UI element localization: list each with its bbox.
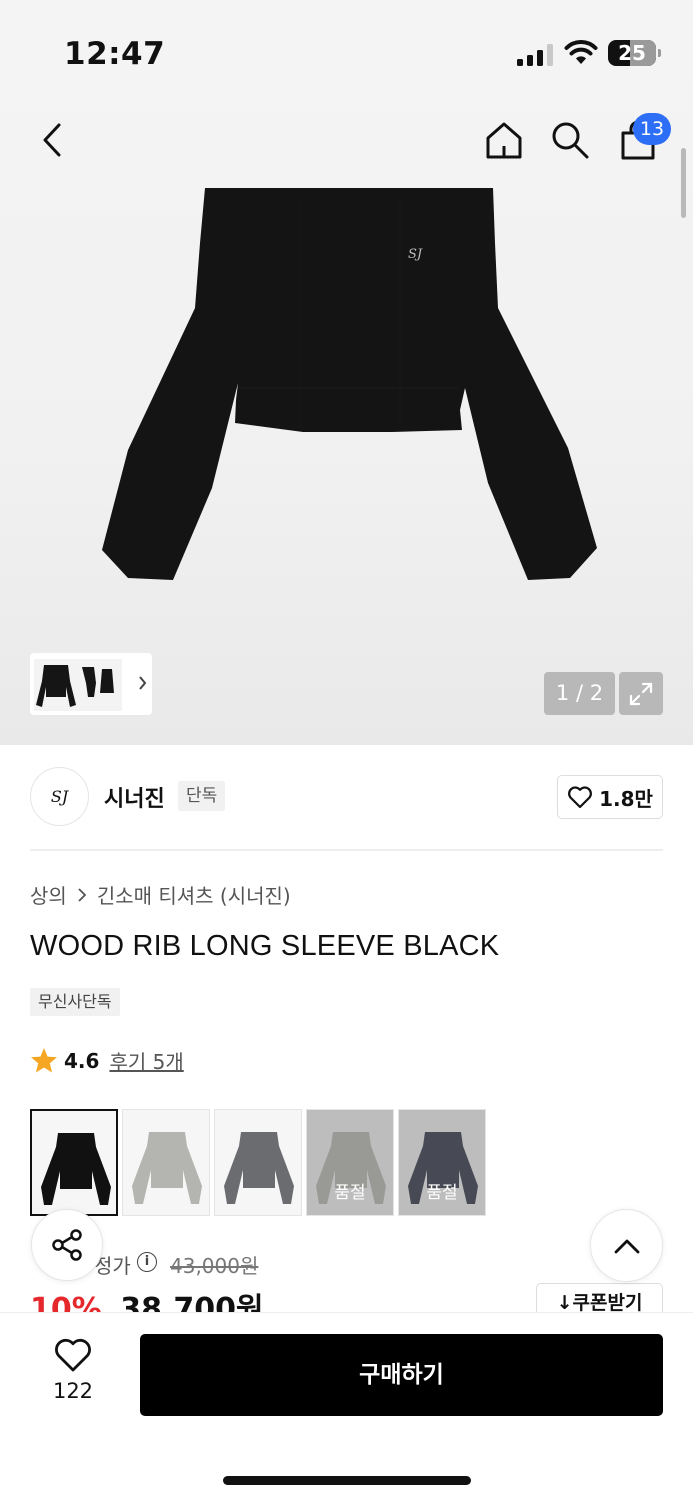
brand-name[interactable]: 시너진 [104,781,165,813]
soldout-label: 품절 [426,1183,458,1203]
product-image[interactable]: SJ [100,188,600,583]
reviews-link[interactable]: 후기 5개 [109,1046,183,1075]
svg-text:SJ: SJ [408,247,423,262]
product-gallery[interactable]: 12:47 25 13 SJ 1 / 2 [0,0,693,745]
wifi-icon [564,40,598,64]
download-icon: ↓ [556,1292,573,1314]
color-option[interactable] [30,1109,118,1216]
thumbnail-image [34,659,147,711]
cart-count-badge: 13 [633,113,671,145]
chevron-right-icon [78,887,87,902]
status-time: 12:47 [64,36,166,72]
exclusive-tag: 무신사단독 [30,988,120,1016]
info-icon[interactable]: i [137,1252,157,1272]
divider [30,849,663,851]
color-option-image [224,1132,294,1204]
brand-row: SJ 시너진 단독 1.8만 [30,767,663,827]
search-button[interactable] [546,116,594,164]
cellular-signal-icon [517,44,553,66]
coupon-label: 쿠폰받기 [572,1292,643,1314]
breadcrumb-subcategory[interactable]: 긴소매 티셔츠 (시너진) [97,880,291,909]
color-option-image [41,1133,111,1205]
chevron-up-icon [614,1239,639,1253]
buy-button[interactable]: 구매하기 [140,1334,663,1416]
original-price: 43,000원 [170,1254,259,1278]
brand-exclusive-tag: 단독 [178,781,226,811]
color-option[interactable]: 품절 [398,1109,486,1216]
home-icon [486,122,522,159]
rating-row: 4.6 후기 5개 [30,1046,184,1075]
brand-like-count: 1.8만 [599,786,653,811]
heart-icon [55,1338,91,1372]
home-indicator [223,1476,471,1485]
star-icon [31,1048,57,1073]
wishlist-button[interactable]: 122 [40,1337,106,1403]
chevron-left-icon [43,123,61,157]
scroll-top-button[interactable] [590,1209,663,1282]
battery-icon: 25 [608,40,661,66]
home-button[interactable] [480,116,528,164]
soldout-label: 품절 [334,1183,366,1203]
image-counter: 1 / 2 [544,672,615,715]
search-icon [552,122,589,159]
bottom-action-bar: 122 구매하기 [0,1312,693,1500]
scrollbar[interactable] [681,148,686,218]
price-row: 정가 i 43,000원 [30,1248,663,1278]
brand-logo-text: SJ [50,787,69,806]
heart-icon [568,786,593,809]
color-option[interactable]: 품절 [306,1109,394,1216]
brand-like-button[interactable]: 1.8만 [557,775,663,819]
expand-icon [629,682,653,705]
battery-level: 25 [618,41,646,65]
back-button[interactable] [28,116,76,164]
color-option[interactable] [214,1109,302,1216]
wishlist-count: 122 [52,1379,94,1403]
color-option-image [132,1132,202,1204]
product-title: WOOD RIB LONG SLEEVE BLACK [30,930,500,962]
status-bar: 12:47 25 [0,36,693,76]
color-options: 품절 품절 [30,1109,486,1216]
expand-button[interactable] [619,672,663,715]
share-button[interactable] [31,1209,103,1281]
breadcrumb: 상의 긴소매 티셔츠 (시너진) [30,880,291,909]
rating-score: 4.6 [64,1048,100,1073]
color-option[interactable] [122,1109,210,1216]
breadcrumb-category[interactable]: 상의 [30,880,67,909]
thumbnail-strip[interactable] [30,653,152,715]
share-icon [52,1229,82,1261]
brand-logo[interactable]: SJ [30,767,89,826]
